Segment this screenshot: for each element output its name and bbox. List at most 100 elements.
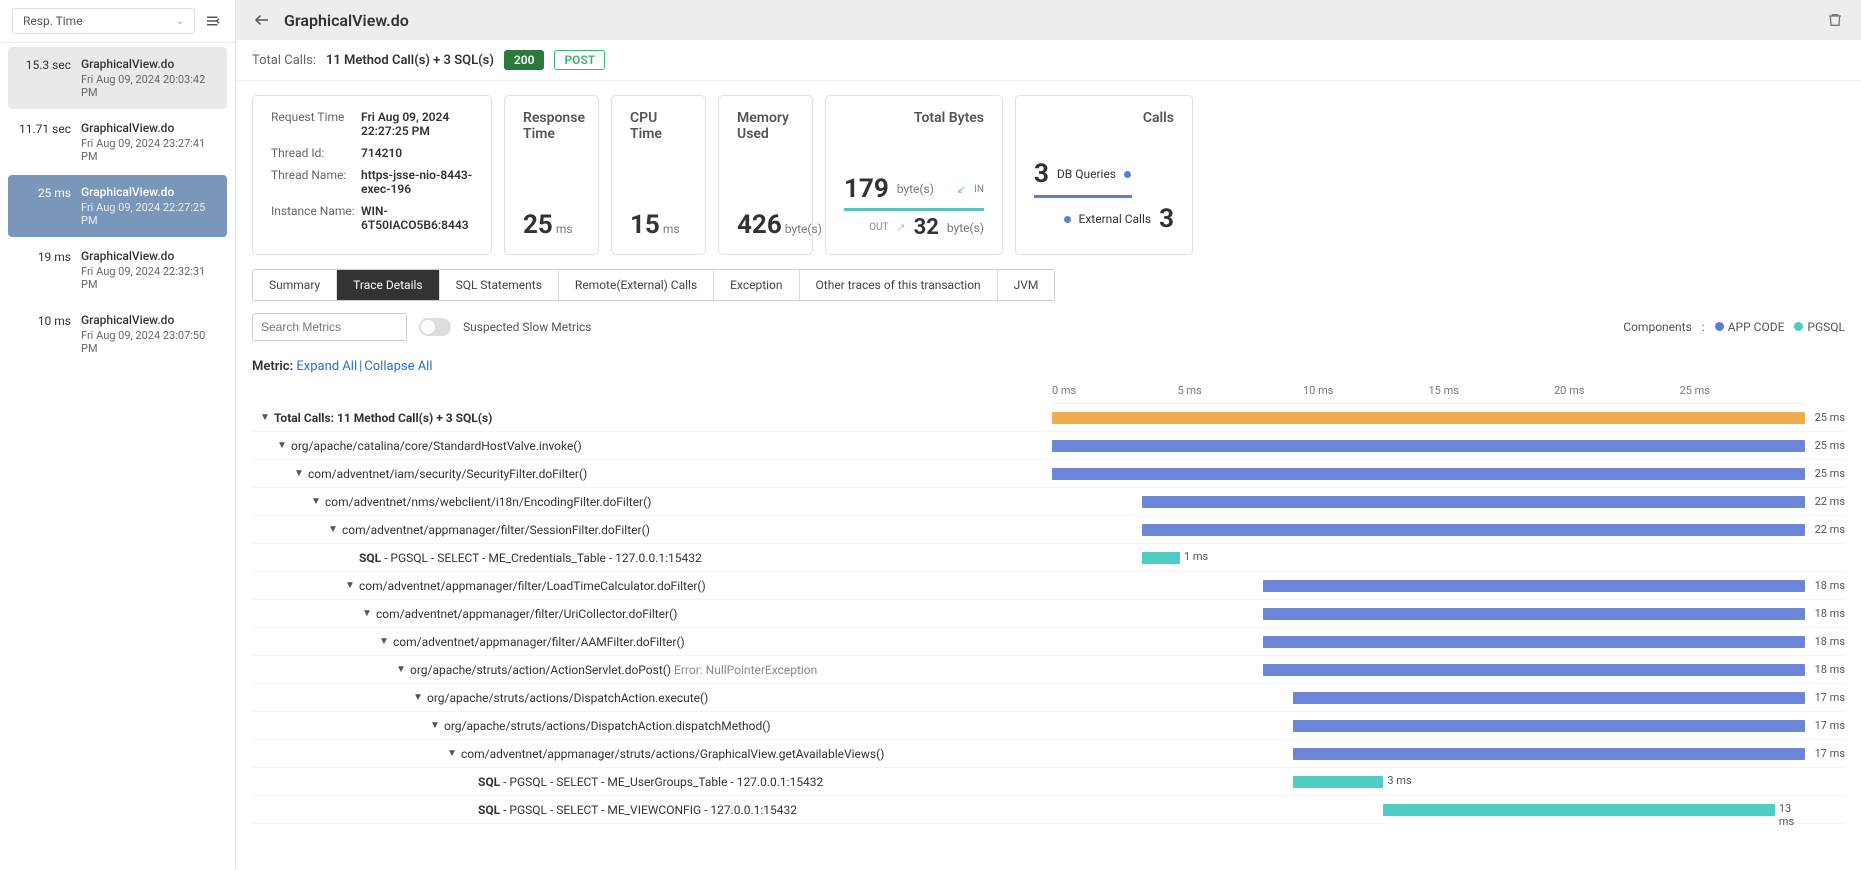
gantt-bar	[1383, 804, 1775, 816]
gantt-inline-ms: 1 ms	[1184, 550, 1208, 563]
time-axis-tick: 0 ms	[1052, 384, 1178, 397]
bytes-out-value: 32	[914, 215, 939, 240]
memory-used-title: Memory Used	[737, 110, 794, 142]
gantt-bar	[1263, 580, 1805, 592]
caret-icon[interactable]: ▼	[447, 748, 461, 759]
gantt-ms: 17 ms	[1805, 719, 1845, 732]
caret-icon[interactable]: ▼	[277, 440, 291, 451]
gantt-row: ▼ org/apache/struts/actions/DispatchActi…	[252, 684, 1845, 712]
trace-list-item[interactable]: 25 ms GraphicalView.do Fri Aug 09, 2024 …	[8, 175, 227, 237]
caret-icon[interactable]: ▼	[396, 664, 410, 675]
trace-list-item[interactable]: 11.71 sec GraphicalView.do Fri Aug 09, 2…	[8, 111, 227, 173]
total-calls-value: 11 Method Call(s) + 3 SQL(s)	[326, 53, 494, 68]
gantt-inline-ms: 13 ms	[1779, 802, 1805, 828]
tab-summary[interactable]: Summary	[253, 270, 337, 300]
ext-calls-value: 3	[1159, 204, 1174, 234]
request-time-key: Request Time	[271, 110, 361, 138]
gantt-label: com/adventnet/appmanager/filter/SessionF…	[342, 523, 650, 537]
tab-trace-details[interactable]: Trace Details	[337, 270, 439, 300]
delete-icon[interactable]	[1825, 10, 1845, 30]
metrics-cards: Request TimeFri Aug 09, 2024 22:27:25 PM…	[236, 81, 1861, 269]
collapse-sidebar-icon[interactable]	[203, 11, 223, 31]
caret-icon[interactable]: ▼	[413, 692, 427, 703]
tab-remote-external-calls[interactable]: Remote(External) Calls	[559, 270, 714, 300]
tabs: SummaryTrace DetailsSQL StatementsRemote…	[252, 269, 1055, 301]
gantt-bar	[1052, 412, 1805, 424]
gantt-bar	[1052, 440, 1805, 452]
gantt-ms: 25 ms	[1805, 439, 1845, 452]
pgsql-label: PGSQL	[1807, 320, 1845, 334]
collapse-all-link[interactable]: Collapse All	[364, 359, 432, 374]
db-calls-bar	[1034, 195, 1132, 198]
db-dot-icon	[1124, 171, 1131, 178]
gantt-bar	[1293, 692, 1805, 704]
gantt-ms: 18 ms	[1805, 607, 1845, 620]
gantt-row: SQL - PGSQL - SELECT - ME_Credentials_Ta…	[252, 544, 1845, 572]
gantt-row: ▼ com/adventnet/appmanager/struts/action…	[252, 740, 1845, 768]
gantt-label: com/adventnet/appmanager/struts/actions/…	[461, 747, 884, 761]
gantt-label: SQL - PGSQL - SELECT - ME_VIEWCONFIG - 1…	[478, 803, 797, 817]
tab-exception[interactable]: Exception	[714, 270, 799, 300]
thread-id-value: 714210	[361, 146, 473, 160]
metric-label: Metric:	[252, 359, 293, 374]
trace-item-time: 11.71 sec	[16, 121, 71, 163]
trace-item-time: 15.3 sec	[16, 57, 71, 99]
method-badge: POST	[554, 50, 605, 70]
trace-item-date: Fri Aug 09, 2024 23:27:41 PM	[81, 137, 219, 163]
slow-metrics-label: Suspected Slow Metrics	[463, 320, 591, 334]
chevron-down-icon: ⌄	[176, 16, 184, 27]
gantt-bar	[1293, 720, 1805, 732]
gantt-row: SQL - PGSQL - SELECT - ME_VIEWCONFIG - 1…	[252, 796, 1845, 824]
caret-icon[interactable]: ▼	[362, 608, 376, 619]
caret-icon[interactable]: ▼	[328, 524, 342, 535]
trace-section: Metric: Expand All|Collapse All 0 ms5 ms…	[236, 353, 1861, 870]
trace-item-name: GraphicalView.do	[81, 249, 219, 263]
db-queries-label: DB Queries	[1057, 167, 1116, 181]
trace-item-name: GraphicalView.do	[81, 185, 219, 199]
bytes-in-label: IN	[974, 184, 984, 195]
tab-sql-statements[interactable]: SQL Statements	[440, 270, 559, 300]
components-legend: Components : APP CODE PGSQL	[1623, 320, 1845, 334]
gantt-row: ▼ com/adventnet/iam/security/SecurityFil…	[252, 460, 1845, 488]
thread-name-key: Thread Name:	[271, 168, 361, 196]
sub-header: Total Calls: 11 Method Call(s) + 3 SQL(s…	[236, 40, 1861, 81]
trace-list-item[interactable]: 10 ms GraphicalView.do Fri Aug 09, 2024 …	[8, 303, 227, 365]
gantt-bar	[1052, 468, 1805, 480]
cpu-time-unit: ms	[663, 222, 680, 236]
caret-icon[interactable]: ▼	[294, 468, 308, 479]
expand-all-link[interactable]: Expand All	[296, 359, 357, 374]
search-row: Suspected Slow Metrics Components : APP …	[236, 301, 1861, 353]
caret-icon[interactable]: ▼	[430, 720, 444, 731]
trace-list-item[interactable]: 15.3 sec GraphicalView.do Fri Aug 09, 20…	[8, 47, 227, 109]
caret-icon[interactable]: ▼	[311, 496, 325, 507]
tab-jvm[interactable]: JVM	[998, 270, 1055, 300]
gantt-ms: 18 ms	[1805, 579, 1845, 592]
appcode-label: APP CODE	[1728, 320, 1785, 334]
back-arrow-icon[interactable]	[252, 10, 272, 30]
memory-used-unit: byte(s)	[785, 222, 822, 236]
gantt-bar	[1263, 636, 1805, 648]
cpu-time-title: CPU Time	[630, 110, 687, 142]
caret-icon[interactable]: ▼	[345, 580, 359, 591]
gantt-label: com/adventnet/iam/security/SecurityFilte…	[308, 467, 587, 481]
trace-list-item[interactable]: 19 ms GraphicalView.do Fri Aug 09, 2024 …	[8, 239, 227, 301]
caret-icon[interactable]: ▼	[260, 412, 274, 423]
sort-dropdown[interactable]: Resp. Time ⌄	[12, 8, 195, 34]
search-input[interactable]	[253, 314, 407, 340]
tab-other-traces-of-this-transaction[interactable]: Other traces of this transaction	[800, 270, 998, 300]
gantt-label: org/apache/struts/actions/DispatchAction…	[427, 691, 708, 705]
trace-item-time: 25 ms	[16, 185, 71, 227]
gantt-ms: 22 ms	[1805, 495, 1845, 508]
memory-used-card: Memory Used 426byte(s)	[718, 95, 813, 255]
gantt-inline-ms: 3 ms	[1387, 774, 1411, 787]
request-time-value: Fri Aug 09, 2024 22:27:25 PM	[361, 110, 473, 138]
caret-icon[interactable]: ▼	[379, 636, 393, 647]
gantt-row: ▼ com/adventnet/appmanager/filter/LoadTi…	[252, 572, 1845, 600]
ext-dot-icon	[1064, 216, 1071, 223]
info-card: Request TimeFri Aug 09, 2024 22:27:25 PM…	[252, 95, 492, 255]
gantt-bar	[1293, 748, 1805, 760]
db-queries-value: 3	[1034, 159, 1049, 189]
slow-metrics-toggle[interactable]	[419, 318, 451, 336]
memory-used-value: 426	[737, 210, 782, 240]
trace-item-name: GraphicalView.do	[81, 313, 219, 327]
